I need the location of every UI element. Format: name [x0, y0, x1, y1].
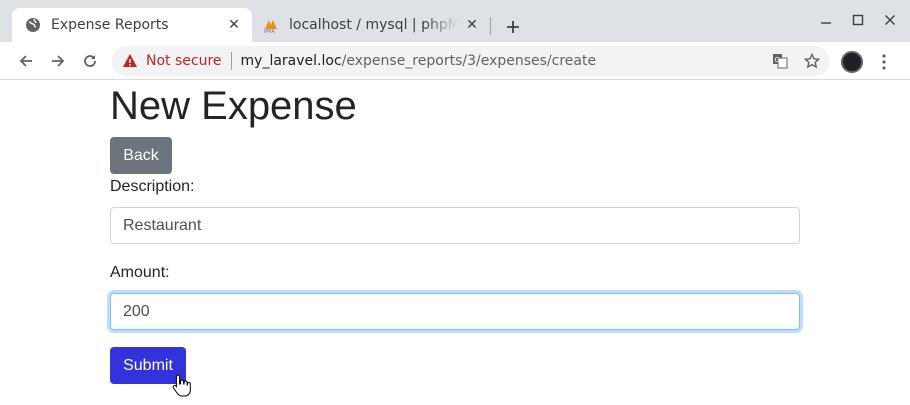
tab-separator: [490, 17, 491, 35]
more-menu-icon[interactable]: [874, 50, 894, 74]
warning-icon: [122, 53, 138, 69]
amount-label: Amount:: [110, 264, 170, 281]
hand-cursor-icon: [172, 373, 192, 397]
back-arrow-icon[interactable]: [14, 49, 38, 73]
address-bar[interactable]: Not secure my_laravel.loc/expense_report…: [112, 46, 830, 76]
close-tab-icon[interactable]: ✕: [464, 17, 480, 33]
tab-strip: Expense Reports ✕ PMA localhost / mysql …: [0, 0, 910, 42]
tab-title: Expense Reports: [51, 17, 169, 33]
minimize-icon[interactable]: [816, 10, 836, 30]
maximize-icon[interactable]: [848, 10, 868, 30]
amount-input[interactable]: 200: [110, 293, 800, 330]
description-input[interactable]: Restaurant: [110, 207, 800, 244]
url-host: my_laravel.loc: [240, 53, 342, 69]
tab-phpmyadmin[interactable]: PMA localhost / mysql | phpMyAdmin ✕: [252, 8, 490, 42]
bookmark-star-icon[interactable]: [802, 51, 822, 71]
omnibox-separator: [230, 52, 232, 70]
phpmyadmin-icon: PMA: [263, 17, 279, 33]
close-tab-icon[interactable]: ✕: [226, 17, 242, 33]
close-window-icon[interactable]: [880, 10, 900, 30]
browser-toolbar: Not secure my_laravel.loc/expense_report…: [0, 42, 910, 80]
back-button[interactable]: Back: [110, 137, 172, 174]
translate-icon[interactable]: G: [770, 51, 790, 71]
forward-arrow-icon[interactable]: [46, 49, 70, 73]
tab-expense-reports[interactable]: Expense Reports ✕: [12, 8, 252, 42]
description-label: Description:: [110, 178, 195, 195]
page-content: New Expense Back Description: Restaurant…: [0, 81, 910, 405]
svg-text:PMA: PMA: [264, 29, 275, 33]
reload-icon[interactable]: [78, 49, 102, 73]
url-path: /expense_reports/3/expenses/create: [341, 53, 597, 69]
tab-title: localhost / mysql | phpMyAdmin: [289, 17, 458, 33]
not-secure-label[interactable]: Not secure: [146, 53, 222, 69]
page-title: New Expense: [110, 84, 357, 128]
new-tab-icon[interactable]: [500, 14, 526, 40]
svg-text:G: G: [775, 56, 780, 64]
profile-avatar[interactable]: [841, 51, 863, 73]
globe-icon: [25, 17, 41, 33]
